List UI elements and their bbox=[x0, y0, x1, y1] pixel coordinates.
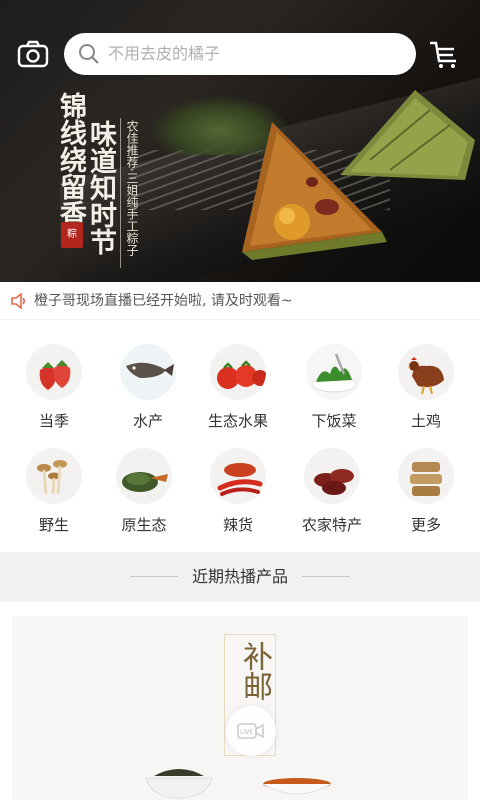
search-input[interactable]: 不用去皮的橘子 bbox=[108, 33, 220, 75]
divider-right bbox=[302, 576, 350, 577]
live-camera-icon: LIVE bbox=[237, 723, 264, 739]
section-title: 近期热播产品 bbox=[191, 567, 288, 586]
speaker-icon bbox=[11, 293, 26, 309]
category-label: 原生态 bbox=[121, 516, 167, 534]
search-icon bbox=[79, 44, 99, 64]
banner-divider bbox=[120, 118, 121, 268]
tea-cup-image bbox=[262, 778, 332, 795]
category-item-shengtai-shuiguo[interactable]: 生态水果 bbox=[190, 330, 286, 430]
category-label: 农家特产 bbox=[301, 516, 362, 534]
search-bar[interactable]: 不用去皮的橘子 bbox=[64, 33, 416, 75]
banner-title-1: 锦线绕留香 bbox=[55, 92, 86, 227]
chicken-icon bbox=[398, 344, 454, 400]
category-item-nongjia-techan[interactable]: 农家特产 bbox=[284, 434, 380, 534]
category-item-xiafancai[interactable]: 下饭菜 bbox=[286, 330, 382, 430]
banner-title-2: 味道知时节 bbox=[85, 120, 116, 255]
zongzi-main-image bbox=[242, 122, 387, 260]
chili-icon bbox=[210, 448, 266, 504]
category-label: 更多 bbox=[410, 516, 441, 534]
category-label: 辣货 bbox=[222, 516, 253, 534]
mushroom-icon bbox=[26, 448, 82, 504]
category-item-shuichan[interactable]: 水产 bbox=[100, 330, 196, 430]
category-item-gengduo[interactable]: 更多 bbox=[378, 434, 474, 534]
category-item-yuanshengtai[interactable]: 原生态 bbox=[96, 434, 192, 534]
section-header: 近期热播产品 bbox=[0, 552, 480, 602]
category-grid: 当季 水产 生态水果 下饭菜 土鸡 野生 原生态 辣货 农家特产 更多 bbox=[0, 330, 480, 550]
category-label: 水产 bbox=[132, 412, 163, 430]
cart-icon[interactable] bbox=[428, 39, 460, 69]
category-label: 野生 bbox=[38, 516, 69, 534]
top-bar: 不用去皮的橘子 bbox=[0, 30, 480, 78]
strawberry-icon bbox=[26, 344, 82, 400]
category-label: 当季 bbox=[38, 412, 69, 430]
category-label: 土鸡 bbox=[410, 412, 441, 430]
seaweed-icon bbox=[306, 344, 362, 400]
category-item-yesheng[interactable]: 野生 bbox=[6, 434, 102, 534]
category-item-dangji[interactable]: 当季 bbox=[6, 330, 102, 430]
fish-icon bbox=[120, 344, 176, 400]
banner-seal: 粽 bbox=[61, 222, 83, 248]
tea-leaves-icon bbox=[116, 448, 172, 504]
category-item-lahuo[interactable]: 辣货 bbox=[190, 434, 286, 534]
dates-icon bbox=[304, 448, 360, 504]
banner-subtitle: 农佳推荐·三姐纯手工粽子 bbox=[125, 120, 139, 256]
more-icon bbox=[398, 448, 454, 504]
seal-text: 粽 bbox=[67, 229, 77, 240]
category-item-tuji[interactable]: 土鸡 bbox=[378, 330, 474, 430]
product-banner-text: 补邮 bbox=[237, 641, 272, 701]
notice-bar[interactable]: 橙子哥现场直播已经开始啦, 请及时观看~ bbox=[0, 282, 480, 320]
notice-text: 橙子哥现场直播已经开始啦, 请及时观看~ bbox=[34, 293, 293, 309]
category-label: 生态水果 bbox=[207, 412, 268, 430]
camera-icon[interactable] bbox=[17, 40, 49, 68]
category-label: 下饭菜 bbox=[311, 412, 357, 430]
tomato-icon bbox=[210, 344, 266, 400]
live-button[interactable]: LIVE bbox=[226, 706, 276, 756]
tea-bowl-image bbox=[145, 769, 213, 799]
product-card[interactable]: 补邮 LIVE bbox=[12, 616, 468, 800]
svg-text:LIVE: LIVE bbox=[240, 729, 253, 736]
